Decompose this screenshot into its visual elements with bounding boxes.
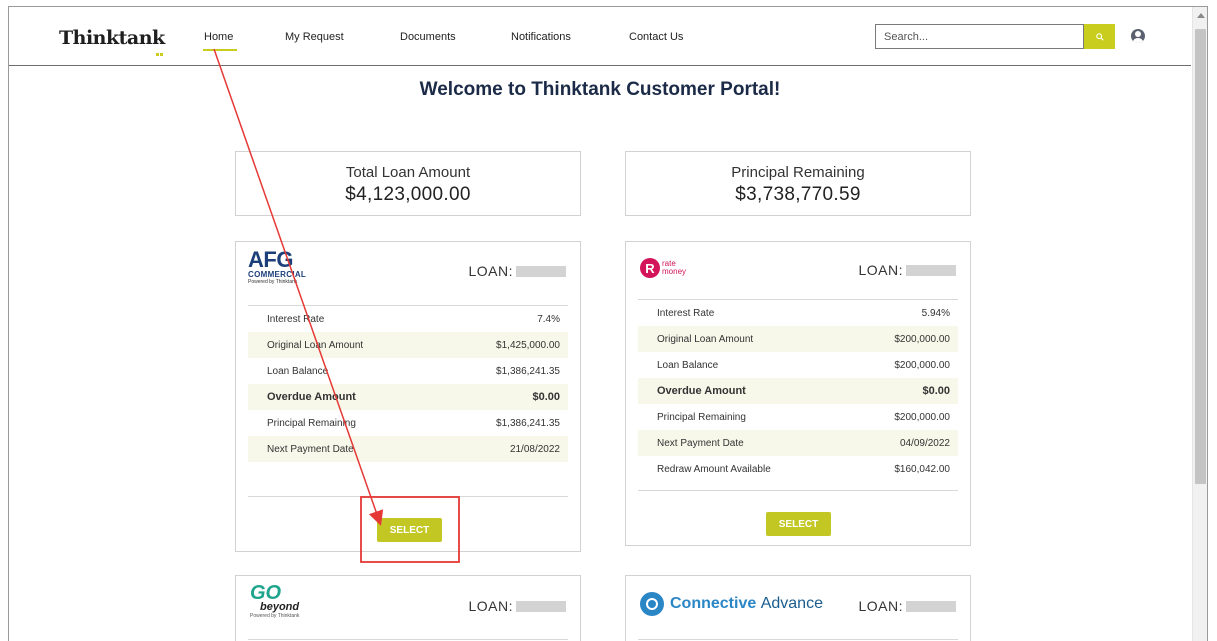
annotation-arrow (213, 48, 384, 526)
annotation-overlay (213, 48, 460, 563)
scroll-thumb[interactable] (1195, 29, 1206, 484)
scroll-up-arrow-icon[interactable] (1197, 13, 1205, 18)
browser-viewport: Thinktank Home My Request Documents Noti… (8, 6, 1208, 641)
annotation-highlight-box (360, 496, 460, 563)
vertical-scrollbar[interactable] (1192, 7, 1207, 641)
